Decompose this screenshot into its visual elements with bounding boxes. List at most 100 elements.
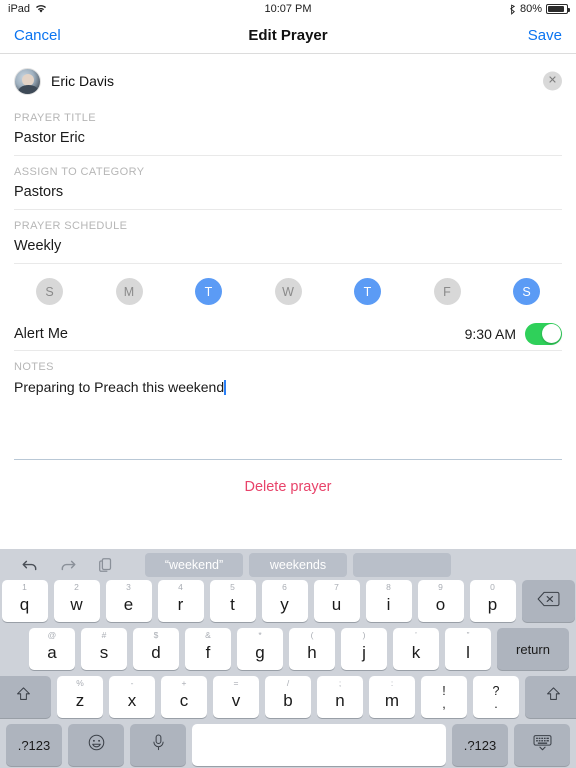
return-key[interactable]: return [497,628,569,670]
day-toggle-tue[interactable]: T [195,278,222,305]
day-toggle-sun[interactable]: S [36,278,63,305]
wifi-icon [35,4,47,14]
key-l[interactable]: ” l [445,628,491,670]
key-r[interactable]: 4r [157,580,204,622]
key-i-label: i [386,594,391,614]
key-t-label: t [230,594,235,614]
onscreen-keyboard: “weekend” weekends 1q 2w 3e 4r 5t 6y 7u … [0,549,576,768]
numeric-key-left-label: .?123 [17,737,51,753]
shift-icon-left[interactable] [0,676,51,718]
key-k-sub: ’ [415,630,417,640]
backspace-icon[interactable] [521,580,575,622]
key-m-sub: : [390,678,394,688]
key-z-label: z [75,690,85,710]
category-label: ASSIGN TO CATEGORY [14,166,145,178]
key-j[interactable]: ) j [341,628,387,670]
day-toggle-fri[interactable]: F [433,278,461,305]
bluetooth-icon [509,3,516,15]
hide-keyboard-glyph [532,733,553,757]
key-f-label: f [205,642,211,662]
numeric-key-right-label: .?123 [463,737,497,753]
day-toggle-thu[interactable]: T [354,278,381,305]
key-d-sub: $ [153,630,159,640]
paste-icon[interactable] [97,556,115,574]
key-y[interactable]: 6y [261,580,308,622]
suggestion-list: “weekend” weekends [145,553,567,577]
alert-toggle[interactable] [525,322,562,345]
key-t[interactable]: 5t [209,580,256,622]
notes-value: Preparing to Preach this weekend [14,379,225,395]
day-selector: S M T W T F S [14,264,562,317]
key-n[interactable]: ; n [317,676,363,718]
key-c-label: c [179,690,189,710]
key-p-label: p [487,594,498,614]
edit-icons [9,556,145,574]
alert-row: Alert Me 9:30 AM [14,317,562,351]
key-x[interactable]: -x [109,676,155,718]
key-a[interactable]: @ a [29,628,75,670]
key-w-sub: 2 [74,582,79,592]
key-i[interactable]: 8i [365,580,412,622]
key-w[interactable]: 2w [53,580,100,622]
key-period-label: . [494,697,498,711]
key-e-label: e [123,594,134,614]
delete-prayer-button[interactable]: Delete prayer [244,479,331,495]
alert-time[interactable]: 9:30 AM [465,326,516,342]
key-period-question[interactable]: ?. [473,676,519,718]
backspace-glyph [536,591,560,612]
key-p[interactable]: 0p [469,580,516,622]
key-q[interactable]: 1q [1,580,48,622]
key-s[interactable]: # s [81,628,127,670]
day-toggle-mon[interactable]: M [115,278,143,305]
microphone-icon[interactable] [130,724,186,766]
status-bar-left: iPad [8,3,47,15]
redo-icon[interactable] [59,556,77,574]
text-cursor [224,380,226,395]
status-bar: iPad 10:07 PM 80% [0,0,576,18]
suggestion-1[interactable]: “weekend” [145,553,243,577]
key-m[interactable]: :m [369,676,415,718]
device-name: iPad [8,3,31,15]
key-o[interactable]: 9o [417,580,464,622]
key-y-label: y [280,594,289,614]
schedule-select[interactable]: Weekly [14,232,562,264]
emoji-icon[interactable] [68,724,124,766]
shift-icon-right[interactable] [525,676,576,718]
suggestion-2[interactable]: weekends [249,553,347,577]
key-a-label: a [47,642,57,662]
key-z[interactable]: % z [57,676,103,718]
key-a-sub: @ [47,630,57,640]
key-v[interactable]: = v [213,676,259,718]
hide-keyboard-icon[interactable] [514,724,570,766]
key-comma-exclam[interactable]: !, [421,676,467,718]
key-c[interactable]: + c [161,676,207,718]
key-e[interactable]: 3e [105,580,152,622]
undo-icon[interactable] [21,556,39,574]
space-key[interactable] [192,724,446,766]
close-x-glyph: ✕ [547,74,558,87]
key-n-label: n [335,690,345,710]
day-toggle-sat[interactable]: S [513,278,540,305]
key-h[interactable]: (h [289,628,335,670]
numeric-key-left[interactable]: .?123 [6,724,62,766]
key-g[interactable]: * g [237,628,283,670]
shift-glyph-left [14,686,33,708]
key-u[interactable]: 7u [313,580,360,622]
form-content: Eric Davis ✕ PRAYER TITLE Pastor Eric AS… [0,60,576,496]
key-f-sub: & [205,630,211,640]
key-u-sub: 7 [334,582,339,592]
key-f[interactable]: & f [185,628,231,670]
emoji-glyph [87,733,106,757]
close-icon[interactable]: ✕ [543,71,562,91]
notes-input[interactable]: Preparing to Preach this weekend [14,373,562,451]
day-toggle-wed[interactable]: W [274,278,302,305]
key-k[interactable]: ’ k [393,628,439,670]
key-b[interactable]: / b [265,676,311,718]
key-d[interactable]: $ d [133,628,179,670]
prayer-title-input[interactable]: Pastor Eric [14,124,562,156]
suggestion-3[interactable] [353,553,451,577]
numeric-key-right[interactable]: .?123 [452,724,508,766]
key-b-sub: / [286,678,290,688]
key-z-sub: % [76,678,84,688]
category-input[interactable]: Pastors [14,178,562,210]
